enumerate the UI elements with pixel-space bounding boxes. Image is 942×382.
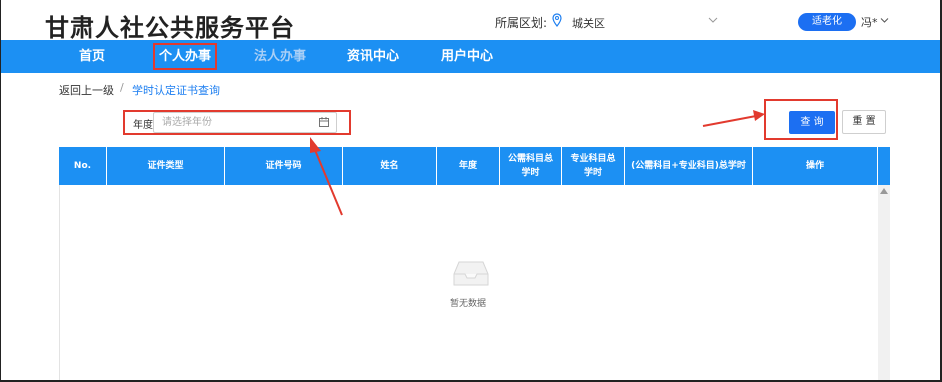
elder-mode-button[interactable]: 适老化 xyxy=(798,13,856,31)
breadcrumb-back-link[interactable]: 返回上一级 xyxy=(59,82,114,98)
year-picker-input[interactable]: 请选择年份 xyxy=(153,112,337,133)
column-header-id-type: 证件类型 xyxy=(107,147,225,185)
nav-item-home[interactable]: 首页 xyxy=(79,40,105,73)
page-frame: 甘肃人社公共服务平台 所属区划: 城关区 适老化 冯* 首页 个人办事 法人办事… xyxy=(0,0,942,382)
column-header-year: 年度 xyxy=(437,147,500,185)
query-button[interactable]: 查 询 xyxy=(789,111,835,134)
breadcrumb-current: 学时认定证书查询 xyxy=(132,84,220,97)
table-scrollbar[interactable] xyxy=(878,185,890,380)
location-pin-icon xyxy=(552,13,562,27)
chevron-down-icon[interactable] xyxy=(880,17,889,24)
user-name[interactable]: 冯* xyxy=(861,14,878,30)
region-select[interactable]: 城关区 xyxy=(572,15,605,31)
annotation-arrow-to-query xyxy=(702,110,765,127)
column-header-public-hours: 公需科目总学时 xyxy=(500,147,562,185)
nav-item-user-center[interactable]: 用户中心 xyxy=(441,40,493,73)
main-nav: 首页 个人办事 法人办事 资讯中心 用户中心 xyxy=(1,40,940,73)
column-header-actions: 操作 xyxy=(753,147,878,185)
empty-state-text: 暂无数据 xyxy=(450,299,487,309)
year-label: 年度 xyxy=(133,120,153,131)
table-header: No. 证件类型 证件号码 姓名 年度 公需科目总学时 专业科目总学时 (公需科… xyxy=(59,147,890,185)
column-header-no: No. xyxy=(59,147,107,185)
empty-inbox-icon xyxy=(453,261,489,286)
nav-item-corporate[interactable]: 法人办事 xyxy=(254,40,306,73)
site-title: 甘肃人社公共服务平台 xyxy=(45,14,295,42)
chevron-down-icon[interactable] xyxy=(708,16,718,24)
scroll-up-arrow-icon[interactable] xyxy=(880,188,888,194)
nav-item-news[interactable]: 资讯中心 xyxy=(347,40,399,73)
region-label: 所属区划: xyxy=(495,16,548,30)
calendar-icon[interactable] xyxy=(319,117,329,127)
nav-item-personal[interactable]: 个人办事 xyxy=(153,43,218,70)
column-header-name: 姓名 xyxy=(343,147,437,185)
column-header-total-hours: (公需科目+专业科目)总学时 xyxy=(625,147,753,185)
reset-button[interactable]: 重 置 xyxy=(842,110,886,134)
column-header-professional-hours: 专业科目总学时 xyxy=(562,147,625,185)
column-header-id-number: 证件号码 xyxy=(225,147,343,185)
breadcrumb-separator: / xyxy=(120,81,124,94)
